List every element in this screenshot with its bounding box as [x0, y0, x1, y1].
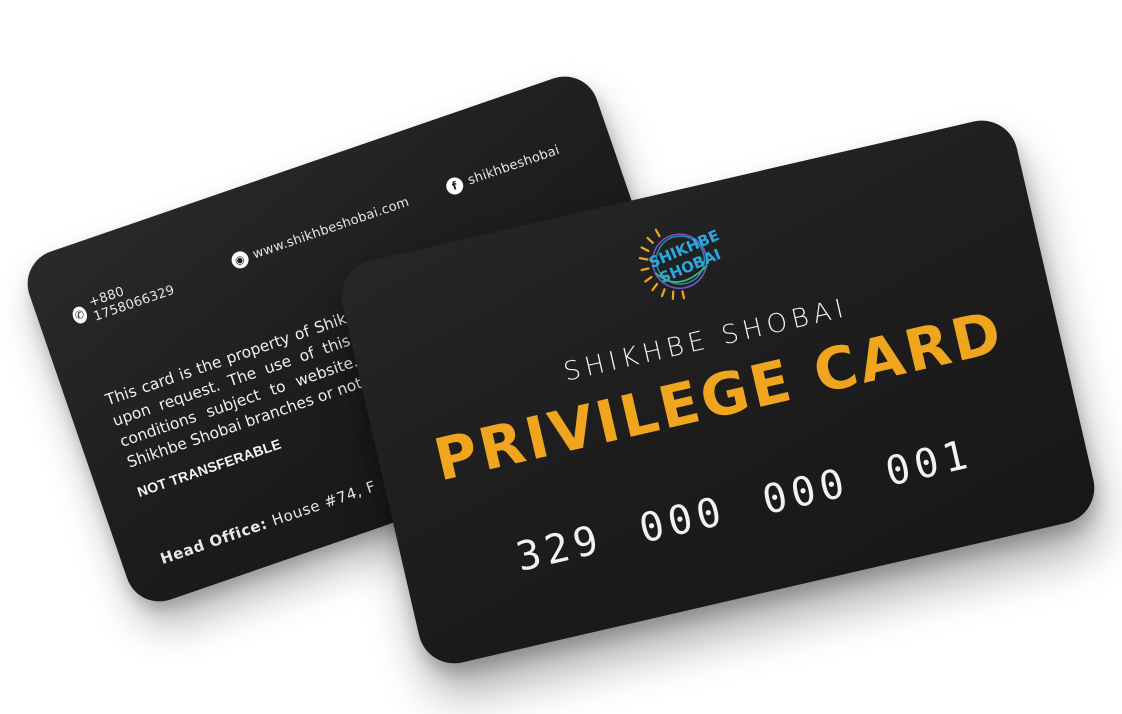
head-office-label: Head Office:: [157, 514, 270, 569]
globe-icon: ◉: [228, 248, 251, 271]
facebook-handle: shikhbeshobai: [465, 142, 562, 188]
contact-facebook: f shikhbeshobai: [443, 141, 562, 197]
head-office: Head Office:House #74, F: [158, 477, 378, 568]
facebook-icon: f: [443, 174, 466, 197]
contact-phone: ✆ +880 1758066329: [68, 263, 193, 331]
phone-icon: ✆: [70, 304, 89, 325]
shikhbe-shobai-logo: SHIKHBE SHOBAI: [638, 226, 723, 300]
scene: ✆ +880 1758066329 ◉ www.shikhbeshobai.co…: [0, 0, 1122, 714]
phone-number: +880 1758066329: [86, 282, 177, 325]
website-url: www.shikhbeshobai.com: [250, 194, 412, 262]
head-office-address: House #74, F: [269, 477, 379, 530]
